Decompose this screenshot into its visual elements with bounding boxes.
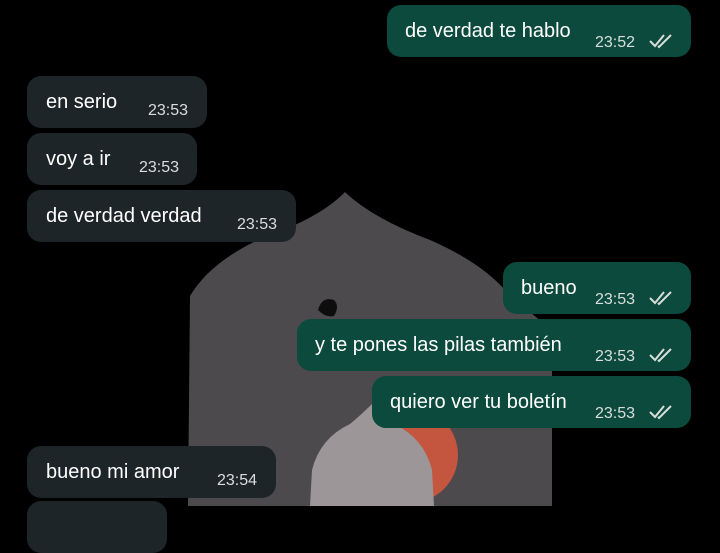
read-double-check-icon xyxy=(649,348,672,363)
message-bubble-incoming-partial[interactable] xyxy=(27,501,167,553)
message-text: bueno xyxy=(521,277,577,299)
message-timestamp: 23:53 xyxy=(148,102,189,119)
message-text: bueno mi amor xyxy=(46,461,180,483)
read-double-check-icon xyxy=(649,34,672,49)
message-timestamp: 23:53 xyxy=(139,159,180,176)
message-timestamp: 23:53 xyxy=(595,348,636,365)
message-timestamp: 23:54 xyxy=(217,472,258,489)
message-text: en serio xyxy=(46,91,118,113)
message-text: de verdad verdad xyxy=(46,205,202,227)
message-bubble-outgoing[interactable]: de verdad te hablo 23:52 xyxy=(387,5,691,57)
message-bubble-outgoing[interactable]: quiero ver tu boletín 23:53 xyxy=(372,376,691,428)
message-text: de verdad te hablo xyxy=(405,20,571,42)
message-timestamp: 23:53 xyxy=(595,291,636,308)
message-text: y te pones las pilas también xyxy=(315,334,562,356)
message-bubble-outgoing[interactable]: bueno 23:53 xyxy=(503,262,691,314)
message-text: voy a ir xyxy=(46,148,111,170)
message-bubble-incoming[interactable]: en serio 23:53 xyxy=(27,76,207,128)
message-text: quiero ver tu boletín xyxy=(390,391,567,413)
message-timestamp: 23:52 xyxy=(595,34,636,51)
message-bubble-incoming[interactable]: bueno mi amor 23:54 xyxy=(27,446,276,498)
message-bubble-outgoing[interactable]: y te pones las pilas también 23:53 xyxy=(297,319,691,371)
message-bubble-incoming[interactable]: voy a ir 23:53 xyxy=(27,133,197,185)
read-double-check-icon xyxy=(649,405,672,420)
message-timestamp: 23:53 xyxy=(595,405,636,422)
read-double-check-icon xyxy=(649,291,672,306)
message-bubble-incoming[interactable]: de verdad verdad 23:53 xyxy=(27,190,296,242)
message-timestamp: 23:53 xyxy=(237,216,278,233)
